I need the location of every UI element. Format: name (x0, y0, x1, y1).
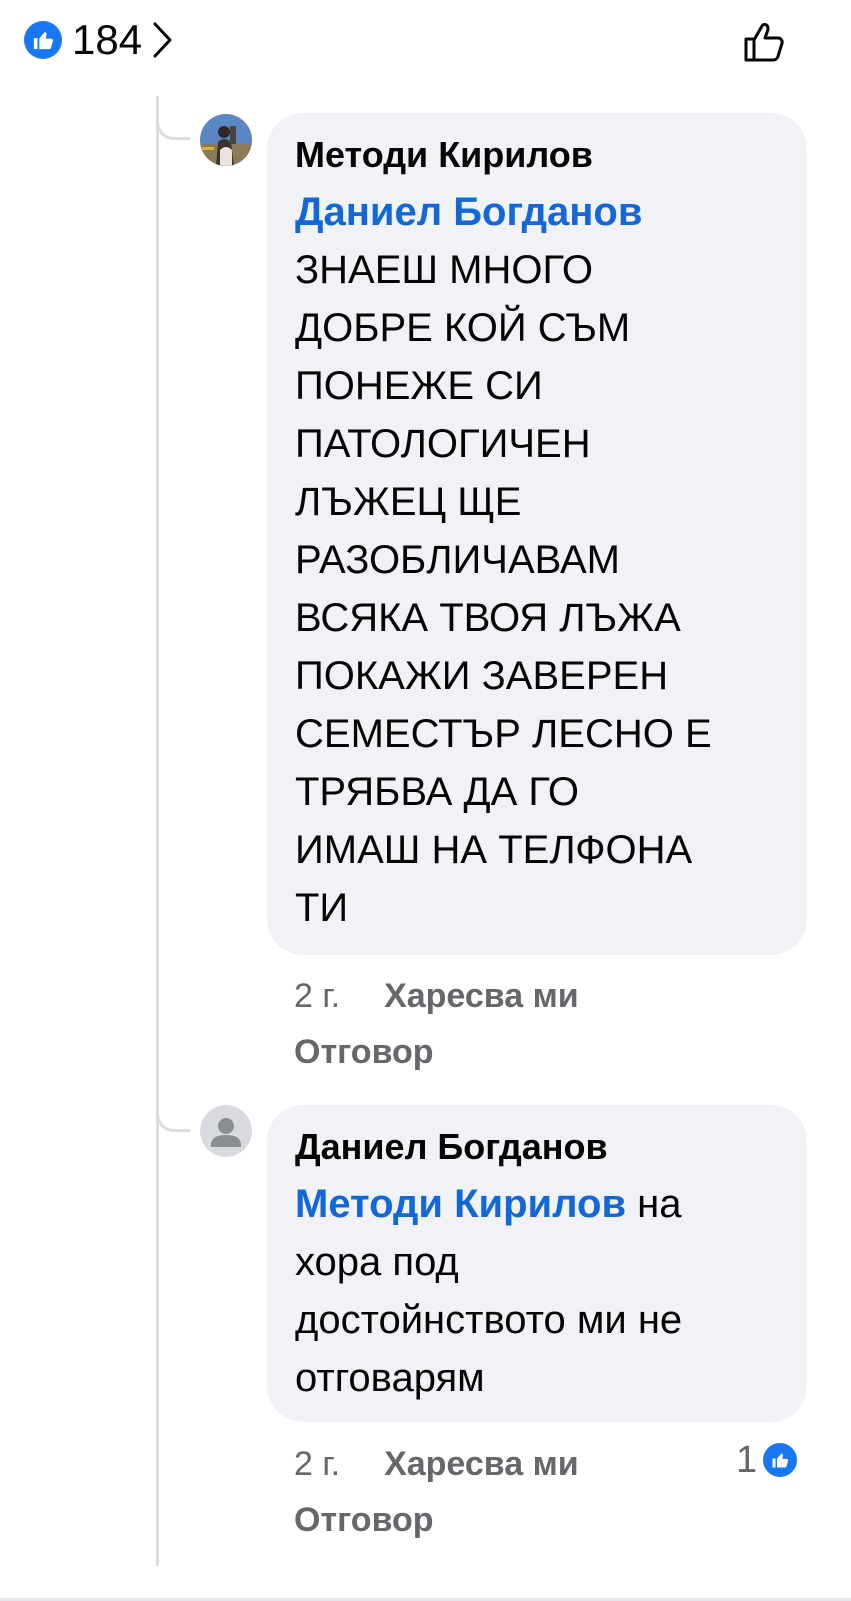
comment-reaction-count[interactable]: 1 (736, 1438, 800, 1482)
chevron-right-icon (152, 20, 176, 60)
reply-button[interactable]: Отговор (294, 1501, 434, 1540)
reply-button[interactable]: Отговор (294, 1033, 434, 1072)
comment-author[interactable]: Методи Кирилов (295, 129, 779, 181)
like-reaction-icon (24, 21, 62, 59)
comment-line: ДОБРЕ КОЙ СЪМ (295, 306, 631, 350)
comment-bubble: Даниел Богданов Методи Кирилов на хора п… (267, 1105, 807, 1422)
comment-text: Даниел Богданов ЗНАЕШ МНОГО ДОБРЕ КОЙ СЪ… (295, 183, 779, 937)
comment-line: ИМАШ НА ТЕЛФОНА (295, 828, 693, 872)
comment-timestamp[interactable]: 2 г. (294, 1445, 340, 1484)
comment-text-inline: на (626, 1182, 682, 1226)
avatar-metodi-kirilov[interactable] (200, 114, 252, 166)
comment-line: ВСЯКА ТВОЯ ЛЪЖА (295, 596, 681, 640)
like-button[interactable]: Харесва ми (384, 977, 579, 1016)
comment-actions: 2 г. Харесва ми Отговор (294, 968, 579, 1080)
thumbs-up-outline-icon[interactable] (738, 16, 790, 68)
comment-line: СЕМЕСТЪР ЛЕСНО Е (295, 712, 712, 756)
comment-line: ПОНЕЖЕ СИ (295, 364, 543, 408)
reactions-header: 184 (0, 0, 851, 80)
like-reaction-icon (761, 1441, 800, 1479)
comment-line: ПАТОЛОГИЧЕН (295, 422, 591, 466)
thread-branch (156, 100, 190, 140)
reaction-count: 184 (72, 16, 143, 63)
thread-connector-line (156, 96, 159, 1566)
comment-line: ЛЪЖЕЦ ЩЕ (295, 480, 522, 524)
thread-branch (156, 1092, 190, 1132)
comment-timestamp[interactable]: 2 г. (294, 977, 340, 1016)
reaction-count: 1 (736, 1438, 758, 1481)
comment-line: ТИ (295, 886, 349, 930)
reaction-summary[interactable]: 184 (24, 18, 176, 62)
like-button[interactable]: Харесва ми (384, 1445, 579, 1484)
mention-link[interactable]: Методи Кирилов (295, 1182, 626, 1226)
comment-line: достойнството ми не (295, 1298, 683, 1342)
comment-line: РАЗОБЛИЧАВАМ (295, 538, 620, 582)
comment-line: ТРЯБВА ДА ГО (295, 770, 579, 814)
comment-line: ПОКАЖИ ЗАВЕРЕН (295, 654, 669, 698)
comment-actions: 2 г. Харесва ми Отговор (294, 1436, 579, 1548)
mention-link[interactable]: Даниел Богданов (295, 190, 642, 234)
comment-line: отговарям (295, 1356, 485, 1400)
comment-bubble: Методи Кирилов Даниел Богданов ЗНАЕШ МНО… (267, 113, 807, 955)
default-user-avatar[interactable] (200, 1105, 252, 1157)
comment-author[interactable]: Даниел Богданов (295, 1121, 779, 1173)
comment-line: хора под (295, 1240, 459, 1284)
comment-line: ЗНАЕШ МНОГО (295, 248, 594, 292)
comment-text: Методи Кирилов на хора под достойнството… (295, 1175, 779, 1407)
